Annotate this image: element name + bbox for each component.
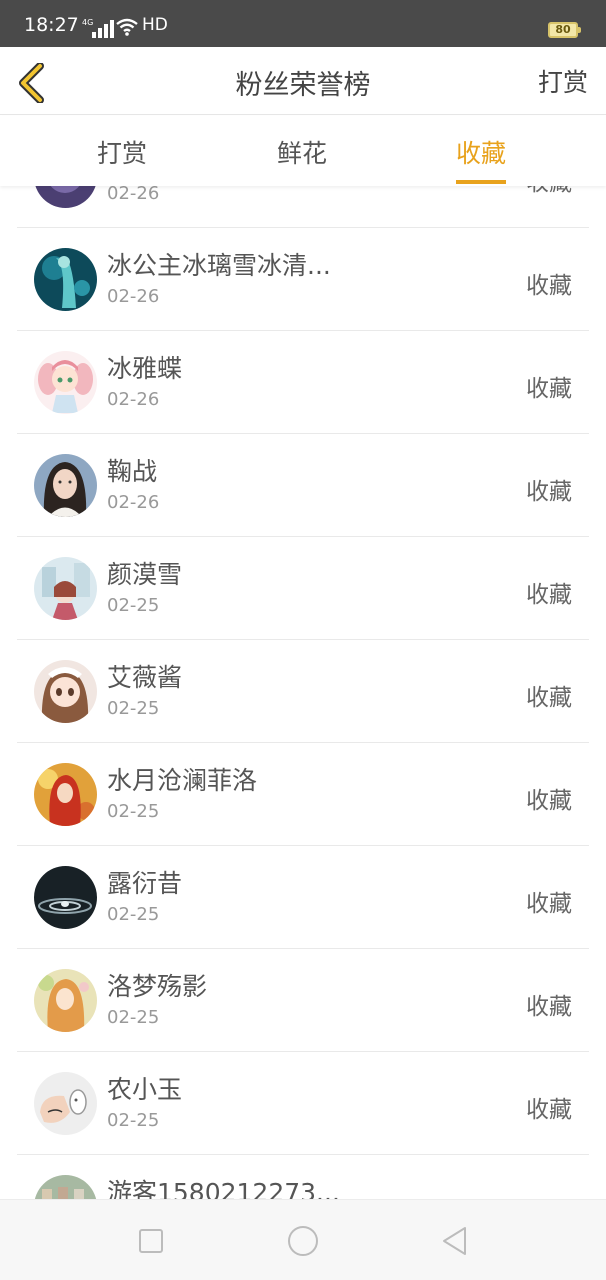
list-item[interactable]: 露衍昔 02-25 收藏 xyxy=(17,846,589,949)
list-item[interactable]: 02-26 收藏 xyxy=(17,186,589,228)
action-type: 收藏 xyxy=(526,891,572,917)
fan-date: 02-25 xyxy=(107,595,160,616)
battery-icon: 80 xyxy=(548,22,581,38)
recent-apps-icon[interactable] xyxy=(134,1224,168,1258)
fan-name: 农小玉 xyxy=(107,1075,183,1104)
fan-date: 02-26 xyxy=(107,286,160,307)
fan-name: 艾薇酱 xyxy=(107,663,183,692)
avatar xyxy=(34,248,97,311)
list-item[interactable]: 艾薇酱 02-25 收藏 xyxy=(17,640,589,743)
tab-bar: 打赏 鲜花 收藏 xyxy=(0,116,606,186)
avatar xyxy=(34,1175,97,1199)
avatar xyxy=(34,557,97,620)
action-type: 收藏 xyxy=(526,1097,572,1123)
fan-name: 露衍昔 xyxy=(107,869,183,898)
fan-list[interactable]: 02-26 收藏 冰公主冰璃雪冰清... 02-26 收藏 冰雅蝶 02-26 … xyxy=(0,186,606,1199)
fan-date: 02-25 xyxy=(107,801,160,822)
avatar xyxy=(34,351,97,414)
avatar xyxy=(34,866,97,929)
status-time: 18:27 xyxy=(24,14,79,36)
tab-reward[interactable]: 打赏 xyxy=(97,134,147,170)
fan-date: 02-25 xyxy=(107,1110,160,1131)
fan-name: 洛梦殇影 xyxy=(107,972,208,1001)
reward-button[interactable]: 打赏 xyxy=(538,63,588,99)
fan-name: 水月沧澜菲洛 xyxy=(107,766,258,795)
action-type: 收藏 xyxy=(526,376,572,402)
action-type: 收藏 xyxy=(526,479,572,505)
avatar xyxy=(34,763,97,826)
fan-date: 02-26 xyxy=(107,492,160,513)
hd-indicator: HD xyxy=(142,15,168,35)
system-nav-bar xyxy=(0,1199,606,1280)
tab-favorites-label: 收藏 xyxy=(456,139,507,168)
fan-name: 鞠战 xyxy=(107,457,158,486)
fan-date: 02-25 xyxy=(107,1007,160,1028)
avatar xyxy=(34,454,97,517)
fan-date: 02-25 xyxy=(107,904,160,925)
tab-favorites[interactable]: 收藏 xyxy=(456,134,507,184)
fan-date: 02-26 xyxy=(107,389,160,410)
list-item[interactable]: 洛梦殇影 02-25 收藏 xyxy=(17,949,589,1052)
action-type: 收藏 xyxy=(526,685,572,711)
fan-name: 冰公主冰璃雪冰清... xyxy=(107,251,331,280)
action-type: 收藏 xyxy=(526,273,572,299)
fan-date: 02-25 xyxy=(107,698,160,719)
list-item[interactable]: 颜漠雪 02-25 收藏 xyxy=(17,537,589,640)
list-item[interactable]: 游客1580212273... 收藏 xyxy=(17,1155,589,1199)
action-type: 收藏 xyxy=(526,582,572,608)
avatar xyxy=(34,186,97,208)
fan-name: 冰雅蝶 xyxy=(107,354,183,383)
home-icon[interactable] xyxy=(286,1224,320,1258)
status-bar: 18:27 4G HD 80 xyxy=(0,0,606,47)
fan-name: 游客1580212273... xyxy=(107,1178,340,1199)
fan-name: 颜漠雪 xyxy=(107,560,183,589)
list-item[interactable]: 鞠战 02-26 收藏 xyxy=(17,434,589,537)
tab-active-indicator xyxy=(456,180,507,184)
list-item[interactable]: 农小玉 02-25 收藏 xyxy=(17,1052,589,1155)
list-item[interactable]: 冰雅蝶 02-26 收藏 xyxy=(17,331,589,434)
header: 粉丝荣誉榜 打赏 xyxy=(0,47,606,115)
action-type: 收藏 xyxy=(526,186,572,197)
action-type: 收藏 xyxy=(526,994,572,1020)
wifi-icon xyxy=(116,18,138,36)
back-icon[interactable] xyxy=(438,1224,472,1258)
avatar xyxy=(34,969,97,1032)
list-item[interactable]: 水月沧澜菲洛 02-25 收藏 xyxy=(17,743,589,846)
avatar xyxy=(34,660,97,723)
fan-date: 02-26 xyxy=(107,186,160,204)
avatar xyxy=(34,1072,97,1135)
list-item[interactable]: 冰公主冰璃雪冰清... 02-26 收藏 xyxy=(17,228,589,331)
signal-icon xyxy=(92,20,114,38)
action-type: 收藏 xyxy=(526,788,572,814)
page-title: 粉丝荣誉榜 xyxy=(235,70,371,101)
tab-flowers[interactable]: 鲜花 xyxy=(277,134,327,170)
